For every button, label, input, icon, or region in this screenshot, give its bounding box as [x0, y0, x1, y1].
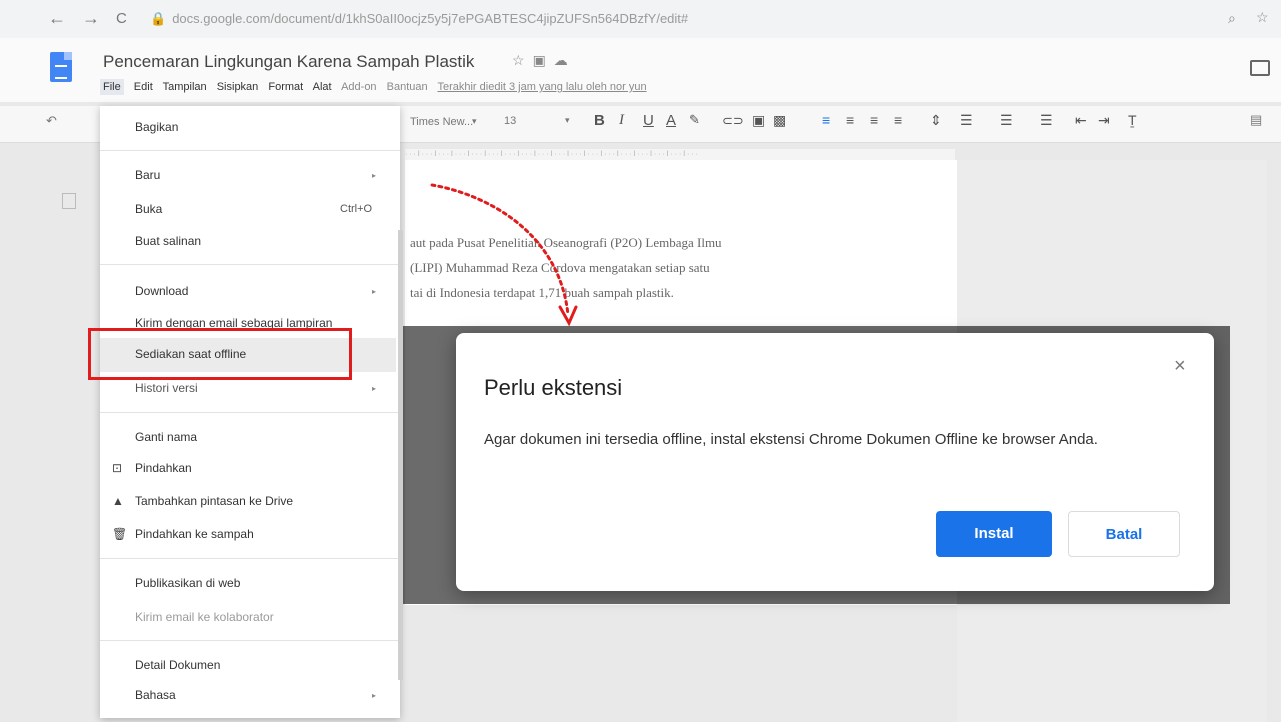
trash-icon: 🗑 [112, 527, 128, 541]
highlight-pen-icon[interactable]: ✎ [689, 112, 700, 128]
menu-divider [100, 412, 400, 413]
dialog-message: Agar dokumen ini tersedia offline, insta… [484, 431, 1098, 448]
url-text: docs.google.com/document/d/1khS0aII0ocjz… [172, 11, 689, 26]
cancel-button[interactable]: Batal [1068, 511, 1180, 557]
align-center-icon[interactable]: ≡ [846, 112, 854, 128]
line-spacing-icon[interactable]: ⇕ [930, 112, 942, 129]
clear-formatting-icon[interactable]: Ṯ [1128, 112, 1137, 128]
dialog-title: Perlu ekstensi [484, 375, 623, 400]
menu-tampilan[interactable]: Tampilan [163, 81, 207, 93]
menu-divider [100, 264, 400, 265]
document-title[interactable]: Pencemaran Lingkungan Karena Sampah Plas… [103, 52, 474, 72]
decrease-indent-icon[interactable]: ⇤ [1075, 112, 1087, 129]
reload-icon[interactable]: C [116, 10, 127, 27]
annotation-highlight-box [88, 328, 352, 380]
comments-icon[interactable] [1250, 60, 1270, 76]
move-folder-icon: ⊡ [112, 461, 123, 475]
address-bar[interactable]: 🔒 docs.google.com/document/d/1khS0aII0ocj… [150, 7, 1150, 31]
insert-image-icon[interactable]: ▩ [773, 112, 786, 129]
annotation-arrow [430, 183, 578, 327]
submenu-arrow-icon: ▸ [372, 691, 377, 700]
cloud-status-icon[interactable]: ☁ [554, 52, 576, 68]
menu-item-publikasikan[interactable]: Publikasikan di web [135, 576, 240, 590]
add-comment-icon[interactable]: ▣ [752, 112, 765, 129]
comment-history-icon[interactable]: ▤ [1250, 112, 1262, 128]
undo-icon[interactable]: ↶ [46, 113, 57, 129]
browser-toolbar: ← → C 🔒 docs.google.com/document/d/1khS0a… [0, 0, 1281, 38]
submenu-arrow-icon: ▸ [372, 171, 377, 180]
link-icon[interactable]: ⊂⊃ [722, 113, 744, 129]
chevron-down-icon: ▾ [472, 116, 477, 126]
menu-item-bagikan[interactable]: Bagikan [135, 120, 178, 134]
bulleted-list-icon[interactable]: ☰ [1000, 112, 1013, 129]
menu-item-kirim-kolaborator: Kirim email ke kolaborator [135, 610, 274, 624]
align-justify-icon[interactable]: ≡ [894, 112, 902, 128]
bold-button[interactable]: B [594, 112, 605, 129]
menu-item-buka[interactable]: Buka [135, 202, 162, 216]
menu-item-bahasa[interactable]: Bahasa [135, 688, 176, 702]
increase-indent-icon[interactable]: ⇥ [1098, 112, 1110, 129]
install-button[interactable]: Instal [936, 511, 1052, 557]
close-icon[interactable]: × [1174, 355, 1186, 378]
align-right-icon[interactable]: ≡ [870, 112, 878, 128]
checklist-icon[interactable]: ☰ [960, 112, 973, 129]
menu-item-baru[interactable]: Baru [135, 168, 160, 182]
menu-divider [100, 150, 400, 151]
bookmark-star-icon[interactable]: ☆ [1256, 9, 1269, 26]
chevron-down-icon: ▾ [565, 115, 570, 125]
shortcut-label: Ctrl+O [340, 203, 373, 215]
menu-item-ganti-nama[interactable]: Ganti nama [135, 430, 197, 444]
star-icon[interactable]: ☆ [512, 52, 533, 68]
menu-format[interactable]: Format [268, 81, 303, 93]
align-left-icon[interactable]: ≡ [822, 112, 830, 128]
menu-alat[interactable]: Alat [313, 81, 332, 93]
back-icon[interactable]: ← [48, 8, 66, 29]
document-outline-icon[interactable] [62, 193, 76, 209]
menu-item-download[interactable]: Download [135, 284, 188, 298]
search-icon[interactable]: ⌕ [1228, 10, 1236, 27]
submenu-arrow-icon: ▸ [372, 287, 377, 296]
menu-scrollbar[interactable] [398, 230, 403, 680]
menu-bantuan[interactable]: Bantuan [387, 81, 428, 93]
menu-item-histori-versi[interactable]: Histori versi [135, 381, 198, 395]
font-size-field[interactable]: 13 [504, 115, 516, 127]
submenu-arrow-icon: ▸ [372, 384, 377, 393]
menu-divider [100, 558, 400, 559]
italic-button[interactable]: I [619, 112, 624, 129]
menu-item-pindahkan-sampah[interactable]: Pindahkan ke sampah [135, 527, 254, 541]
menu-item-buat-salinan[interactable]: Buat salinan [135, 234, 201, 248]
forward-icon[interactable]: → [82, 8, 100, 29]
text-color-button[interactable]: A [666, 112, 676, 129]
menu-item-tambahkan-pintasan[interactable]: Tambahkan pintasan ke Drive [135, 494, 293, 508]
menu-addon[interactable]: Add-on [341, 81, 376, 93]
menu-file[interactable]: File [100, 79, 124, 95]
menu-item-detail-dokumen[interactable]: Detail Dokumen [135, 658, 220, 672]
menu-bar: File Edit Tampilan Sisipkan Format Alat … [100, 79, 654, 95]
menu-divider [100, 640, 400, 641]
numbered-list-icon[interactable]: ☰ [1040, 112, 1053, 129]
lock-icon: 🔒 [150, 11, 167, 26]
folder-icon[interactable]: ▣ [533, 52, 554, 68]
last-edit-link[interactable]: Terakhir diedit 3 jam yang lalu oleh nor… [437, 81, 646, 93]
drive-shortcut-icon: ▲ [112, 494, 124, 508]
menu-edit[interactable]: Edit [134, 81, 153, 93]
font-family-select[interactable]: Times New... [410, 116, 473, 128]
docs-logo-icon[interactable] [50, 52, 72, 82]
menu-item-pindahkan[interactable]: Pindahkan [135, 461, 192, 475]
underline-button[interactable]: U [643, 112, 654, 129]
menu-sisipkan[interactable]: Sisipkan [217, 81, 259, 93]
